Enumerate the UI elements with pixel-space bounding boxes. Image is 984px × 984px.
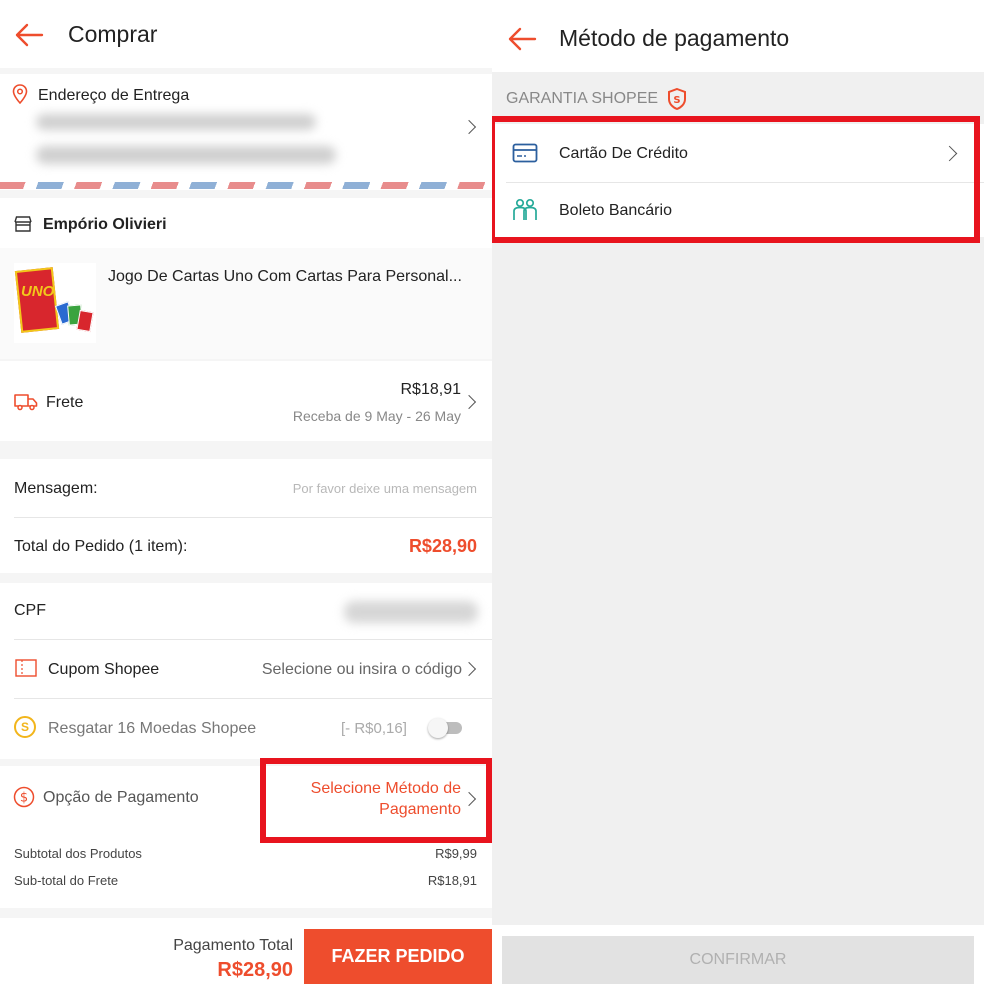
coins-value: [- R$0,16] [341,720,407,737]
chevron-right-icon [461,394,477,410]
cpf-blurred-value [344,601,478,623]
address-blurred-line [36,114,316,130]
chevron-right-icon [461,661,477,677]
coins-toggle[interactable] [428,718,464,738]
shipping-label: Frete [46,394,84,411]
divider [14,639,492,640]
subtotal-shipping-label: Sub-total do Frete [14,873,119,888]
svg-text:$: $ [20,791,28,806]
page-title: Comprar [68,21,158,47]
subtotal-products-value: R$9,99 [435,846,477,861]
shopee-coin-icon: S [14,716,36,738]
benefits-section: CPF Cupom Shopee Selecione ou insira o c… [0,583,492,759]
coupon-label: Cupom Shopee [48,661,160,678]
confirm-button[interactable]: CONFIRMAR [502,936,974,984]
coupon-icon [15,659,37,677]
payment-label: Opção de Pagamento [43,789,199,806]
shipping-row[interactable]: Frete R$18,91 Receba de 9 May - 26 May [0,361,492,441]
message-input[interactable]: Por favor deixe uma mensagem [293,481,477,496]
airmail-border [0,182,492,189]
payment-method-screen: Método de pagamento GARANTIA SHOPEE S Ca… [492,0,984,984]
shop-name: Empório Olivieri [43,216,167,233]
coins-label: Resgatar 16 Moedas Shopee [48,720,257,737]
shipping-price: R$18,91 [400,381,462,398]
dollar-coin-icon: $ [13,786,35,808]
product-row[interactable]: UNO Jogo De Cartas Uno Com Cartas Para P… [0,248,492,359]
back-arrow-icon[interactable] [507,27,537,51]
shop-row: Empório Olivieri [0,198,492,248]
address-label: Endereço de Entrega [38,87,190,104]
message-label: Mensagem: [14,480,98,497]
cpf-label: CPF [14,602,46,619]
divider [14,517,492,518]
checkout-header: Comprar [0,0,492,68]
uno-box-graphic [14,267,60,333]
place-order-button[interactable]: FAZER PEDIDO [304,929,492,984]
total-payment-value: R$28,90 [217,959,293,981]
svg-text:S: S [673,95,680,106]
highlight-box [260,758,492,843]
order-total-label: Total do Pedido (1 item): [14,538,188,555]
toggle-knob [428,718,448,738]
checkout-screen: Comprar Endereço de Entrega Empório Oliv… [0,0,492,984]
subtotal-shipping-value: R$18,91 [427,873,477,888]
address-section[interactable]: Endereço de Entrega [0,74,492,190]
location-pin-icon [12,84,28,104]
total-payment-label: Pagamento Total [173,937,293,954]
address-blurred-line [36,146,336,164]
shopee-guarantee-shield-icon: S [668,88,686,110]
confirm-footer: CONFIRMAR [492,925,984,984]
section-title: GARANTIA SHOPEE [506,90,659,107]
shop-icon [14,216,32,232]
chevron-right-icon [461,119,477,135]
product-name: Jogo De Cartas Uno Com Cartas Para Perso… [108,268,462,285]
page-title: Método de pagamento [559,25,790,51]
order-notes-section: Mensagem: Por favor deixe uma mensagem T… [0,459,492,573]
order-total-value: R$28,90 [408,536,477,556]
back-arrow-icon[interactable] [14,23,44,47]
highlight-box [492,116,980,243]
delivery-truck-icon [14,394,38,411]
product-image: UNO [14,263,96,343]
shipping-eta: Receba de 9 May - 26 May [292,408,461,424]
coupon-selector[interactable]: Selecione ou insira o código [262,661,462,679]
payment-method-header: Método de pagamento [492,0,984,72]
uno-card-graphic [76,309,94,333]
subtotal-products-label: Subtotal dos Produtos [14,846,142,861]
divider [14,698,492,699]
product-image-text: UNO [21,283,55,300]
